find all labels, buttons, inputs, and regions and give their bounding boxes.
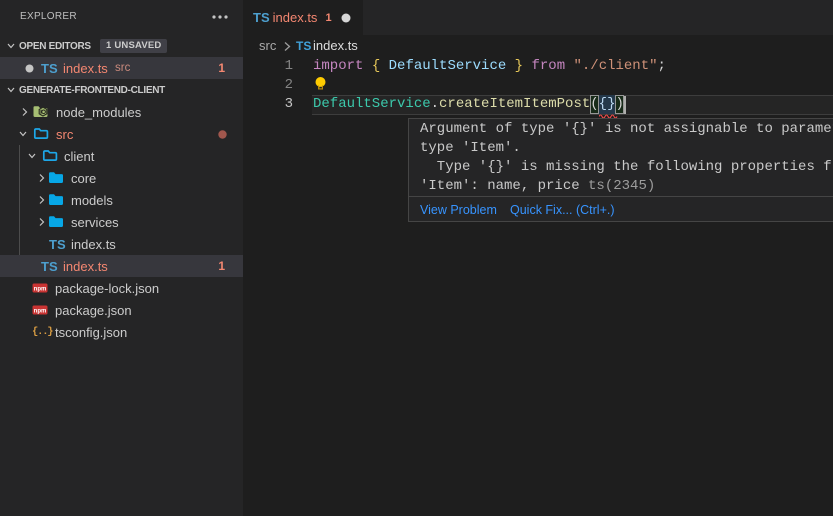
svg-text:npm: npm (34, 309, 47, 315)
svg-text:npm: npm (34, 287, 47, 293)
